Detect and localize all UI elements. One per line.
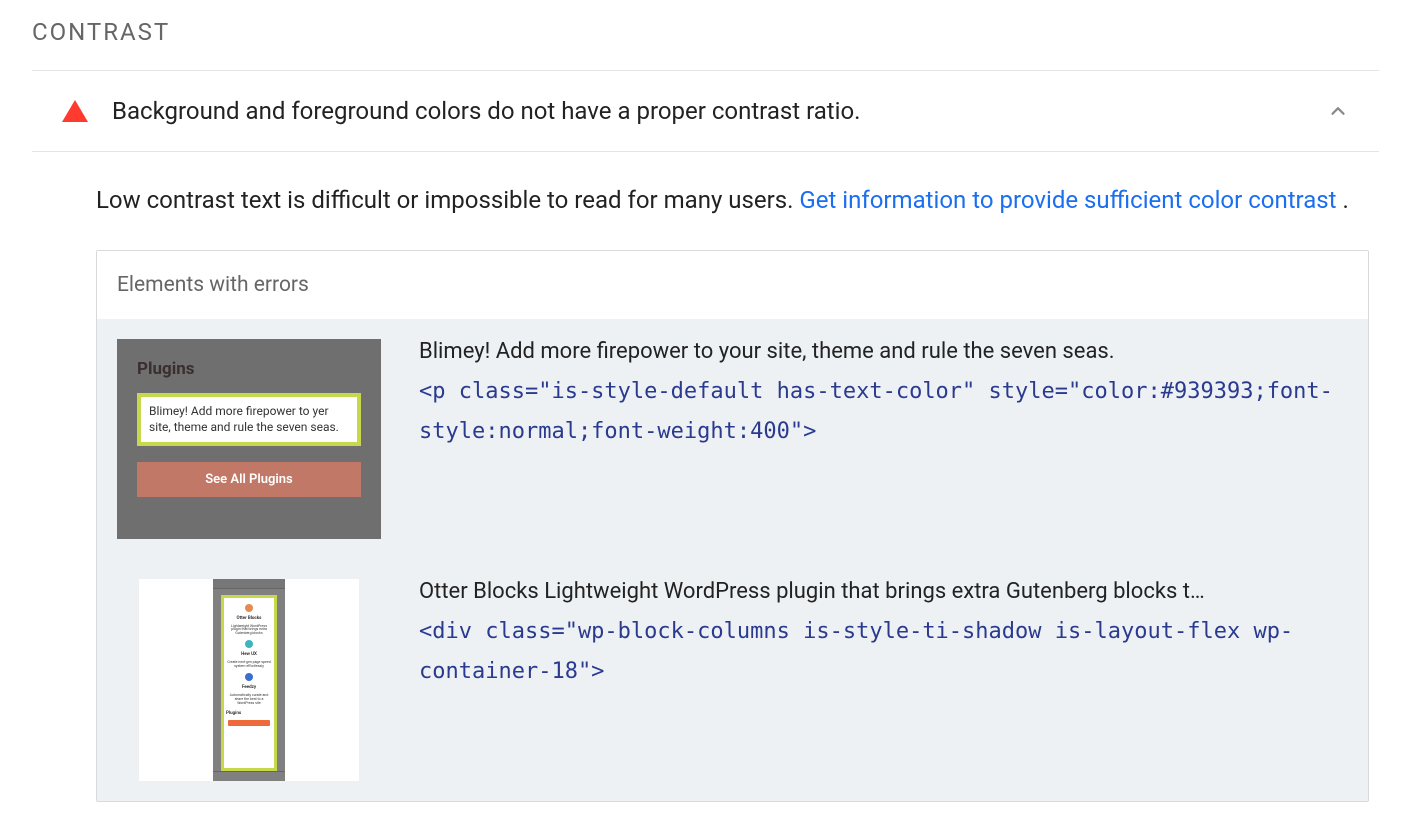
dot-icon (245, 673, 253, 681)
thumb-item-text: Lightweight WordPress plugin that brings… (226, 625, 272, 637)
error-row: Plugins Blimey! Add more firepower to ye… (97, 319, 1368, 559)
thumb-item-title: Otter Blocks (236, 616, 261, 621)
errors-panel: Elements with errors Plugins Blimey! Add… (96, 250, 1369, 802)
thumb-button: See All Plugins (137, 462, 361, 497)
thumb-item-title: Hew UX (241, 652, 257, 657)
thumb-highlight-box: Blimey! Add more firepower to yer site, … (137, 393, 361, 447)
thumb-item-text: Automatically curate and share the best … (226, 694, 272, 706)
error-code: <p class="is-style-default has-text-colo… (419, 372, 1348, 453)
error-thumbnail: Otter Blocks Lightweight WordPress plugi… (117, 579, 381, 781)
error-row: Otter Blocks Lightweight WordPress plugi… (97, 559, 1368, 801)
audit-header-row[interactable]: Background and foreground colors do not … (32, 71, 1379, 151)
thumb-mini-button (228, 720, 270, 726)
thumbnail-preview: Plugins Blimey! Add more firepower to ye… (117, 339, 381, 539)
thumb-plugins-label: Plugins (137, 359, 361, 379)
audit-description-text: Low contrast text is difficult or imposs… (96, 186, 799, 214)
thumb-plugins-mini: Plugins (226, 711, 241, 716)
thumb-item-title: Feedzy (242, 685, 256, 690)
section-title: CONTRAST (32, 18, 1379, 70)
error-thumbnail: Plugins Blimey! Add more firepower to ye… (117, 339, 381, 539)
error-text: Otter Blocks Lightweight WordPress plugi… (419, 579, 1348, 693)
error-text: Blimey! Add more firepower to your site,… (419, 339, 1348, 453)
thumb-item-text: Create next-gen page speed system effort… (226, 661, 272, 669)
audit-description: Low contrast text is difficult or imposs… (32, 152, 1379, 250)
chevron-up-icon[interactable] (1327, 100, 1349, 122)
contrast-info-link[interactable]: Get information to provide sufficient co… (799, 186, 1336, 214)
error-desc: Blimey! Add more firepower to your site,… (419, 339, 1348, 364)
errors-panel-body: Plugins Blimey! Add more firepower to ye… (97, 319, 1368, 801)
fail-triangle-icon (62, 100, 88, 122)
audit-description-suffix: . (1342, 186, 1348, 214)
error-desc: Otter Blocks Lightweight WordPress plugi… (419, 579, 1348, 604)
dot-icon (245, 640, 253, 648)
errors-panel-header: Elements with errors (97, 251, 1368, 319)
audit-title: Background and foreground colors do not … (112, 97, 1303, 125)
error-code: <div class="wp-block-columns is-style-ti… (419, 612, 1348, 693)
thumbnail-preview: Otter Blocks Lightweight WordPress plugi… (139, 579, 359, 781)
dot-icon (245, 604, 253, 612)
